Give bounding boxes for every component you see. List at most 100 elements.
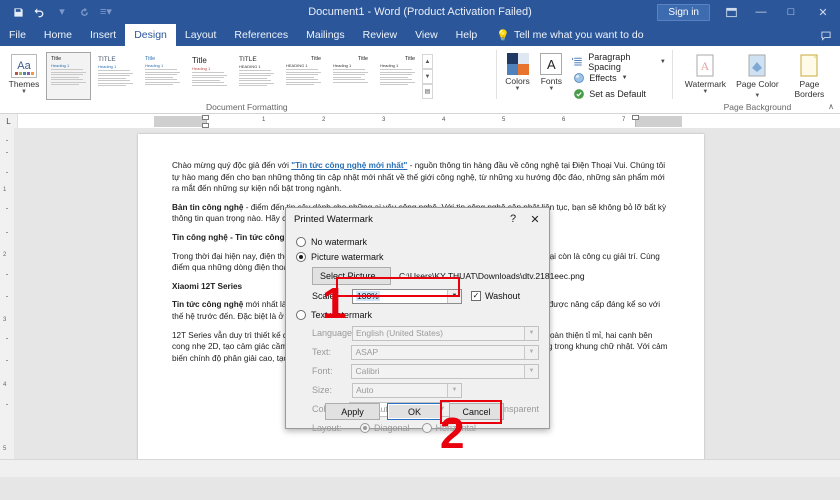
tab-review[interactable]: Review bbox=[354, 24, 406, 46]
paragraph-spacing-button[interactable]: Paragraph Spacing ▼ bbox=[572, 52, 666, 72]
close-button[interactable]: ✕ bbox=[806, 0, 840, 24]
select-picture-button[interactable]: Select Picture... bbox=[312, 267, 392, 285]
group-theme-options: Colors ▼ A Fonts ▼ Paragraph Spacing ▼ E… bbox=[499, 46, 670, 113]
themes-chevron-down-icon[interactable]: ▼ bbox=[21, 89, 27, 95]
text-label: Text: bbox=[312, 347, 332, 357]
style-heading: Heading 1 bbox=[98, 64, 117, 69]
radio-picture-watermark-indicator[interactable] bbox=[296, 251, 306, 262]
tab-insert[interactable]: Insert bbox=[81, 24, 125, 46]
washout-checkbox[interactable]: ✓ bbox=[471, 291, 481, 301]
radio-picture-watermark[interactable]: Picture watermark bbox=[296, 249, 539, 264]
radio-layout-diagonal-indicator bbox=[360, 423, 370, 433]
style-heading: HEADING 1 bbox=[239, 64, 261, 69]
printed-watermark-dialog[interactable]: Printed Watermark ? ✕ No watermark Pictu… bbox=[285, 207, 585, 433]
size-value: Auto bbox=[356, 385, 374, 395]
sign-in-button[interactable]: Sign in bbox=[657, 3, 710, 21]
style-heading: Heading 1 bbox=[333, 63, 352, 68]
tab-layout[interactable]: Layout bbox=[176, 24, 226, 46]
minimize-button[interactable]: — bbox=[746, 0, 776, 24]
style-thumbnail[interactable]: Title Heading 1 bbox=[140, 52, 185, 100]
apply-button[interactable]: Apply bbox=[325, 403, 380, 420]
themes-button[interactable]: Aa Themes ▼ bbox=[2, 50, 46, 95]
scale-combobox[interactable]: 100% ▼ bbox=[352, 288, 462, 304]
gallery-scroll-up-icon[interactable]: ▲ bbox=[422, 54, 433, 69]
customize-qat-icon[interactable]: ≡▾ bbox=[96, 3, 116, 21]
close-icon[interactable]: ✕ bbox=[525, 210, 545, 228]
size-chevron-down-icon: ▼ bbox=[447, 383, 461, 397]
style-title: Title bbox=[145, 56, 156, 62]
paragraph-spacing-chevron-down-icon[interactable]: ▼ bbox=[660, 59, 666, 65]
style-thumbnail[interactable]: Title Heading 1 bbox=[328, 52, 373, 100]
right-indent-marker[interactable] bbox=[632, 114, 639, 120]
style-thumbnail[interactable]: Title Heading 1 bbox=[46, 52, 91, 100]
fonts-chevron-down-icon[interactable]: ▼ bbox=[548, 86, 554, 92]
tab-mailings[interactable]: Mailings bbox=[297, 24, 354, 46]
watermark-button[interactable]: A Watermark ▼ bbox=[680, 50, 730, 95]
share-icon[interactable] bbox=[820, 24, 840, 46]
help-icon[interactable]: ? bbox=[503, 210, 523, 228]
radio-text-watermark[interactable]: Text watermark bbox=[296, 307, 539, 322]
left-indent-marker[interactable] bbox=[202, 122, 209, 128]
vertical-ruler[interactable]: 1 2 3 4 5 bbox=[0, 128, 14, 477]
style-heading: Heading 1 bbox=[380, 63, 399, 68]
undo-icon[interactable] bbox=[30, 3, 50, 21]
ribbon-display-options-icon[interactable] bbox=[716, 0, 746, 24]
lightbulb-icon: 💡 bbox=[496, 29, 510, 42]
ruler-mark: 5 bbox=[502, 116, 506, 123]
style-thumbnail[interactable]: Title Heading 1 bbox=[375, 52, 420, 100]
watermark-chevron-down-icon[interactable]: ▼ bbox=[702, 89, 708, 95]
radio-text-watermark-indicator[interactable] bbox=[296, 309, 306, 320]
ruler-mark: 4 bbox=[442, 116, 446, 123]
layout-label: Layout: bbox=[312, 423, 342, 433]
colors-icon bbox=[506, 53, 529, 75]
save-icon[interactable] bbox=[8, 3, 28, 21]
colors-button[interactable]: Colors ▼ bbox=[501, 50, 535, 92]
style-set-gallery[interactable]: Title Heading 1 TITLE Heading 1 Title He… bbox=[46, 50, 433, 100]
ok-button[interactable]: OK bbox=[387, 403, 442, 420]
watermark-label: Watermark bbox=[684, 79, 727, 89]
undo-dropdown-icon[interactable]: ▾ bbox=[52, 3, 72, 21]
page-color-chevron-down-icon[interactable]: ▼ bbox=[754, 93, 760, 99]
fonts-button[interactable]: A Fonts ▼ bbox=[534, 50, 568, 92]
doc-bold: Tin tức công nghệ bbox=[172, 300, 244, 310]
radio-text-watermark-label: Text watermark bbox=[311, 309, 373, 320]
horizontal-ruler[interactable]: 1 2 3 4 5 6 7 bbox=[138, 114, 698, 128]
tell-me-box[interactable]: 💡 Tell me what you want to do bbox=[486, 24, 643, 46]
gallery-scroll-down-icon[interactable]: ▼ bbox=[422, 69, 433, 84]
collapse-ribbon-icon[interactable]: ∧ bbox=[828, 102, 834, 111]
font-combobox: Calibri ▼ bbox=[351, 363, 539, 379]
language-row: Language: English (United States) ▼ bbox=[312, 325, 539, 341]
maximize-button[interactable]: □ bbox=[776, 0, 806, 24]
page-borders-button[interactable]: Page Borders bbox=[784, 50, 834, 99]
group-document-formatting: Aa Themes ▼ Title Heading 1 TITLE Headin… bbox=[0, 46, 494, 113]
cancel-button[interactable]: Cancel bbox=[449, 403, 504, 420]
style-thumbnail[interactable]: Title HEADING 1 bbox=[281, 52, 326, 100]
radio-no-watermark[interactable]: No watermark bbox=[296, 234, 539, 249]
paragraph-spacing-icon bbox=[572, 55, 584, 68]
tab-file[interactable]: File bbox=[0, 24, 35, 46]
first-line-indent-marker[interactable] bbox=[202, 114, 209, 120]
set-as-default-button[interactable]: Set as Default bbox=[572, 86, 666, 101]
colors-chevron-down-icon[interactable]: ▼ bbox=[515, 86, 521, 92]
tab-references[interactable]: References bbox=[225, 24, 297, 46]
ruler-mark: 3 bbox=[382, 116, 386, 123]
tab-view[interactable]: View bbox=[406, 24, 447, 46]
scale-label: Scale: bbox=[312, 291, 338, 301]
redo-icon[interactable] bbox=[74, 3, 94, 21]
tab-design[interactable]: Design bbox=[125, 24, 176, 46]
scale-chevron-down-icon[interactable]: ▼ bbox=[447, 289, 461, 303]
effects-button[interactable]: Effects ▼ bbox=[572, 70, 666, 85]
tab-home[interactable]: Home bbox=[35, 24, 81, 46]
style-thumbnail[interactable]: TITLE HEADING 1 bbox=[234, 52, 279, 100]
style-thumbnail[interactable]: TITLE Heading 1 bbox=[93, 52, 138, 100]
effects-chevron-down-icon[interactable]: ▼ bbox=[622, 75, 628, 81]
ruler-row: L 1 2 3 4 5 6 7 bbox=[0, 114, 840, 128]
gallery-scroll-controls[interactable]: ▲ ▼ ▤ bbox=[422, 52, 433, 99]
tab-stop-selector[interactable]: L bbox=[0, 114, 18, 128]
gallery-more-icon[interactable]: ▤ bbox=[422, 84, 433, 99]
radio-no-watermark-indicator[interactable] bbox=[296, 236, 306, 247]
page-color-button[interactable]: Page Color ▼ bbox=[732, 50, 782, 99]
doc-link[interactable]: "Tin tức công nghệ mới nhất" bbox=[291, 161, 407, 170]
style-thumbnail[interactable]: Title Heading 1 bbox=[187, 52, 232, 100]
tab-help[interactable]: Help bbox=[447, 24, 487, 46]
